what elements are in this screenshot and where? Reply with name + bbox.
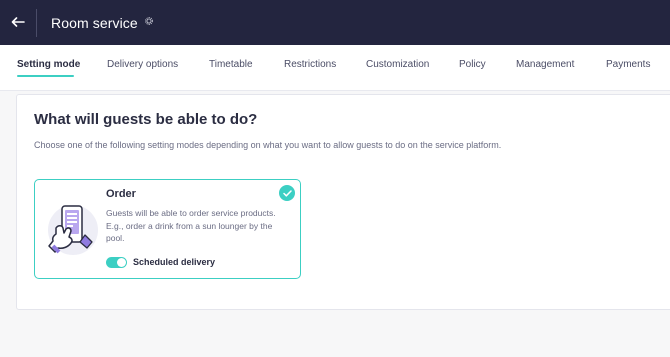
gear-icon [144, 12, 153, 30]
active-tab-indicator [17, 75, 74, 77]
section-heading: What will guests be able to do? [34, 111, 258, 128]
tab-payments[interactable]: Payments [606, 59, 650, 70]
hand-phone-icon [45, 200, 103, 256]
tab-setting-mode[interactable]: Setting mode [17, 59, 80, 70]
section-description: Choose one of the following setting mode… [34, 140, 502, 150]
tab-customization[interactable]: Customization [366, 59, 429, 70]
scheduled-delivery-label: Scheduled delivery [133, 257, 216, 267]
toggle-knob [117, 258, 126, 267]
back-button[interactable] [0, 5, 36, 41]
page-title: Room service [51, 14, 138, 31]
topbar-divider [36, 8, 37, 37]
tab-bar: Setting mode Delivery options Timetable … [0, 45, 670, 91]
tab-timetable[interactable]: Timetable [209, 59, 253, 70]
scheduled-delivery-toggle[interactable] [106, 257, 127, 268]
tab-delivery-options[interactable]: Delivery options [107, 59, 178, 70]
tab-management[interactable]: Management [516, 59, 574, 70]
order-mode-card[interactable]: Order Guests will be able to order servi… [34, 179, 301, 279]
top-bar: Room service [0, 0, 670, 45]
card-description: Guests will be able to order service pro… [106, 208, 276, 243]
title-settings-button[interactable] [144, 16, 154, 26]
tab-restrictions[interactable]: Restrictions [284, 59, 336, 70]
setting-mode-panel: What will guests be able to do? Choose o… [16, 94, 670, 310]
check-circle-icon [279, 185, 295, 201]
card-title: Order [106, 188, 136, 200]
tab-policy[interactable]: Policy [459, 59, 486, 70]
arrow-left-icon [11, 14, 25, 32]
